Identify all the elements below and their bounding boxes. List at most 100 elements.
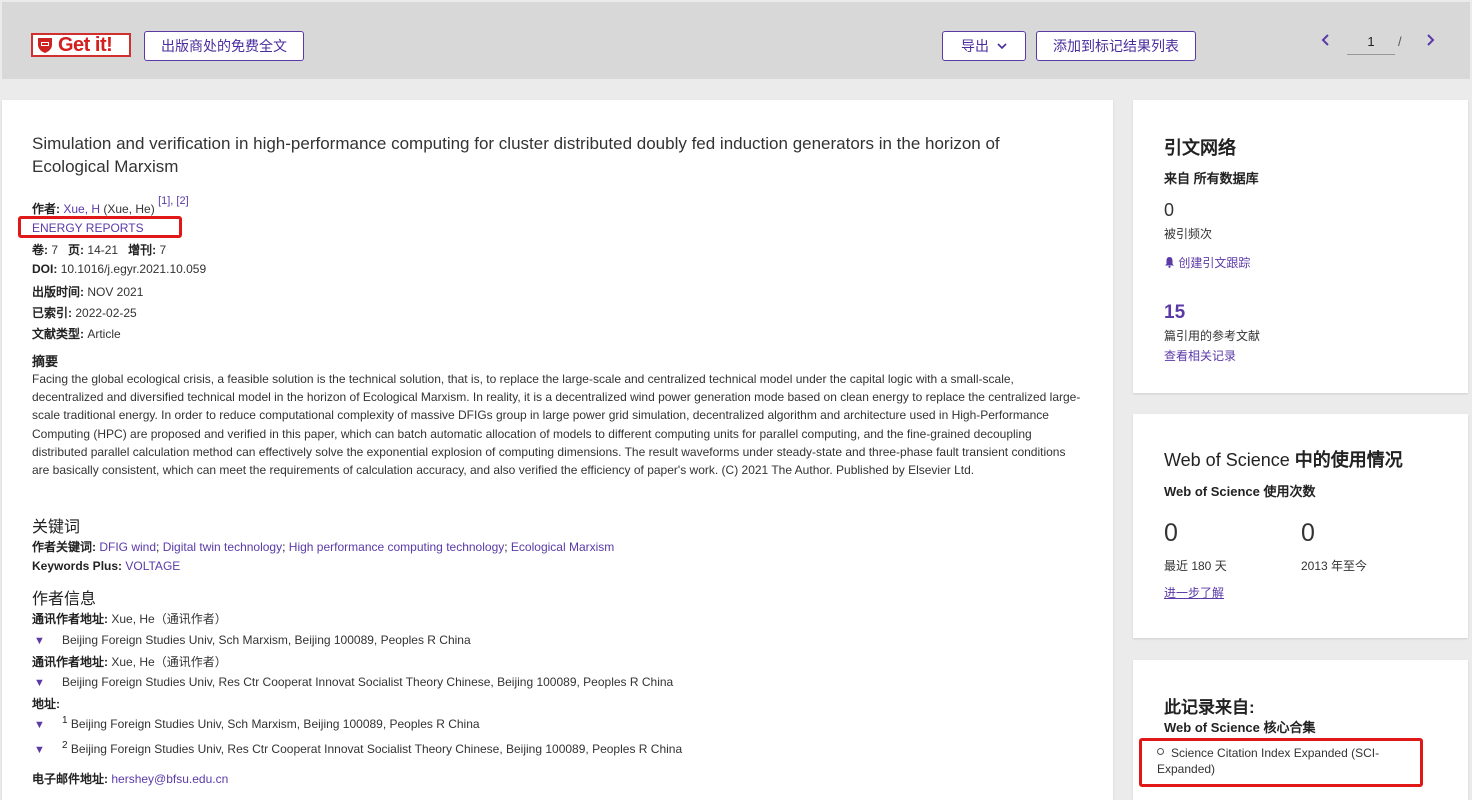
corr-address-2: ▼ Beijing Foreign Studies Univ, Res Ctr C… <box>32 675 673 689</box>
index-name: Science Citation Index Expanded (SCI-Exp… <box>1157 746 1380 776</box>
author-affiliation-refs[interactable]: [1], [2] <box>158 195 189 207</box>
corr-author-line-1: 通讯作者地址: Xue, He（通讯作者） <box>32 610 227 627</box>
address-text: Beijing Foreign Studies Univ, Sch Marxis… <box>70 717 480 731</box>
page-separator: / <box>1398 34 1402 49</box>
address-1: ▼ 1 Beijing Foreign Studies Univ, Sch Mar… <box>32 715 480 731</box>
keyword-link[interactable]: High performance computing technology <box>289 540 504 554</box>
times-cited-count[interactable]: 0 <box>1164 200 1174 221</box>
pages-label: 页: <box>68 243 85 257</box>
create-alert-label: 创建引文跟踪 <box>1178 256 1251 270</box>
view-related-link[interactable]: 查看相关记录 <box>1164 347 1236 364</box>
indexed-value: 2022-02-25 <box>75 306 137 320</box>
corr-author-label: 通讯作者地址: <box>32 612 108 626</box>
volume-label: 卷: <box>32 243 48 257</box>
address-label: 地址: <box>32 697 60 711</box>
doi-value: 10.1016/j.egyr.2021.10.059 <box>60 262 207 276</box>
usage-sub-suffix: 使用次数 <box>1263 484 1316 499</box>
usage-last180-count: 0 <box>1164 519 1178 547</box>
email-link[interactable]: hershey@bfsu.edu.cn <box>111 772 228 786</box>
references-label: 篇引用的参考文献 <box>1164 329 1261 343</box>
corr-author-label: 通讯作者地址: <box>32 655 108 669</box>
pubdate-value: NOV 2021 <box>87 285 144 299</box>
corr-address-1: ▼ Beijing Foreign Studies Univ, Sch Marxi… <box>32 633 471 647</box>
expand-triangle-icon[interactable]: ▼ <box>32 635 62 647</box>
chevron-right-icon[interactable] <box>1426 33 1436 47</box>
volume-value: 7 <box>51 243 59 257</box>
bell-icon <box>1165 257 1174 268</box>
corr-author-name: Xue, He（通讯作者） <box>111 612 227 626</box>
doi-line: DOI: 10.1016/j.egyr.2021.10.059 <box>32 262 206 276</box>
pubdate-line: 出版时间: NOV 2021 <box>32 283 143 300</box>
keywords-heading: 关键词 <box>32 519 81 536</box>
getit-logo[interactable]: Get it! <box>31 33 131 57</box>
journal-link[interactable]: ENERGY REPORTS <box>32 221 144 235</box>
logo-text: Get it! <box>58 33 113 56</box>
usage-title-suffix: 中的使用情况 <box>1294 450 1403 470</box>
export-label: 导出 <box>961 38 989 54</box>
keyword-link[interactable]: DFIG wind <box>99 540 156 554</box>
address-text: Beijing Foreign Studies Univ, Res Ctr Co… <box>70 742 683 756</box>
supplement-value: 7 <box>159 243 167 257</box>
email-label: 电子邮件地址: <box>32 772 108 786</box>
address-2: ▼ 2 Beijing Foreign Studies Univ, Res Ctr… <box>32 740 682 756</box>
index-list-item: Science Citation Index Expanded (SCI-Exp… <box>1157 745 1407 777</box>
free-fulltext-button[interactable]: 出版商处的免费全文 <box>144 31 304 61</box>
volume-line: 卷: 7 页: 14-21 增刊: 7 <box>32 241 166 258</box>
source-record-title: 此记录来自: <box>1164 698 1255 717</box>
indexed-line: 已索引: 2022-02-25 <box>32 304 137 321</box>
citation-network-source: 来自 所有数据库 <box>1164 171 1259 186</box>
times-cited-label: 被引频次 <box>1164 227 1213 241</box>
usage-title-prefix: Web of Science <box>1164 450 1290 470</box>
abstract-text: Facing the global ecological crisis, a f… <box>32 372 1081 478</box>
learn-more-link[interactable]: 进一步了解 <box>1164 584 1224 601</box>
email-line: 电子邮件地址: hershey@bfsu.edu.cn <box>32 770 228 787</box>
abstract-heading: 摘要 <box>32 354 59 369</box>
usage-subtitle: Web of Science 使用次数 <box>1164 481 1315 500</box>
author-keywords-label: 作者关键词: <box>32 540 96 554</box>
pubdate-label: 出版时间: <box>32 285 84 299</box>
doctype-line: 文献类型: Article <box>32 325 121 342</box>
keywords-plus-link[interactable]: VOLTAGE <box>125 559 180 573</box>
author-line: 作者: Xue, H (Xue, He) [1], [2] <box>32 195 189 217</box>
usage-since2013-label: 2013 年至今 <box>1301 559 1368 573</box>
keywords-plus-line: Keywords Plus: VOLTAGE <box>32 559 180 573</box>
page-number-input[interactable]: 1 <box>1347 32 1395 55</box>
address-number: 1 <box>62 715 68 726</box>
author-label: 作者: <box>32 202 60 216</box>
indexed-label: 已索引: <box>32 306 72 320</box>
chevron-left-icon[interactable] <box>1320 33 1330 47</box>
doi-label: DOI: <box>32 262 58 276</box>
expand-triangle-icon[interactable]: ▼ <box>32 719 62 731</box>
doctype-value: Article <box>87 327 121 341</box>
corr-address-text: Beijing Foreign Studies Univ, Res Ctr Co… <box>62 675 674 689</box>
supplement-label: 增刊: <box>128 243 157 257</box>
address-number: 2 <box>62 740 68 751</box>
expand-triangle-icon[interactable]: ▼ <box>32 677 62 689</box>
author-info-heading: 作者信息 <box>32 591 97 608</box>
create-alert-link[interactable]: 创建引文跟踪 <box>1164 254 1250 271</box>
keyword-link[interactable]: Digital twin technology <box>163 540 282 554</box>
keyword-link[interactable]: Ecological Marxism <box>511 540 614 554</box>
doctype-label: 文献类型: <box>32 327 84 341</box>
export-button[interactable]: 导出 <box>942 31 1026 61</box>
corr-author-line-2: 通讯作者地址: Xue, He（通讯作者） <box>32 653 227 670</box>
usage-since2013-count: 0 <box>1301 519 1315 547</box>
usage-title: Web of Science 中的使用情况 <box>1164 446 1403 472</box>
keywords-plus-label: Keywords Plus: <box>32 559 123 573</box>
chevron-down-icon <box>997 43 1007 50</box>
usage-sub-prefix: Web of Science <box>1164 484 1260 499</box>
shield-icon <box>38 38 52 53</box>
usage-last180-label: 最近 180 天 <box>1164 559 1227 573</box>
expand-triangle-icon[interactable]: ▼ <box>32 744 62 756</box>
references-count-link[interactable]: 15 <box>1164 302 1185 324</box>
author-link[interactable]: Xue, H <box>63 202 100 216</box>
pages-value: 14-21 <box>87 243 119 257</box>
author-fullname: (Xue, He) <box>103 202 155 216</box>
record-title: Simulation and verification in high-perf… <box>32 134 1000 176</box>
corr-author-name: Xue, He（通讯作者） <box>111 655 227 669</box>
citation-network-title: 引文网络 <box>1164 138 1236 158</box>
bullet-circle-icon <box>1157 748 1164 755</box>
source-collection: Web of Science 核心合集 <box>1164 720 1316 735</box>
add-to-marked-list-button[interactable]: 添加到标记结果列表 <box>1036 31 1196 61</box>
author-keywords-line: 作者关键词: DFIG wind; Digital twin technolog… <box>32 540 615 554</box>
